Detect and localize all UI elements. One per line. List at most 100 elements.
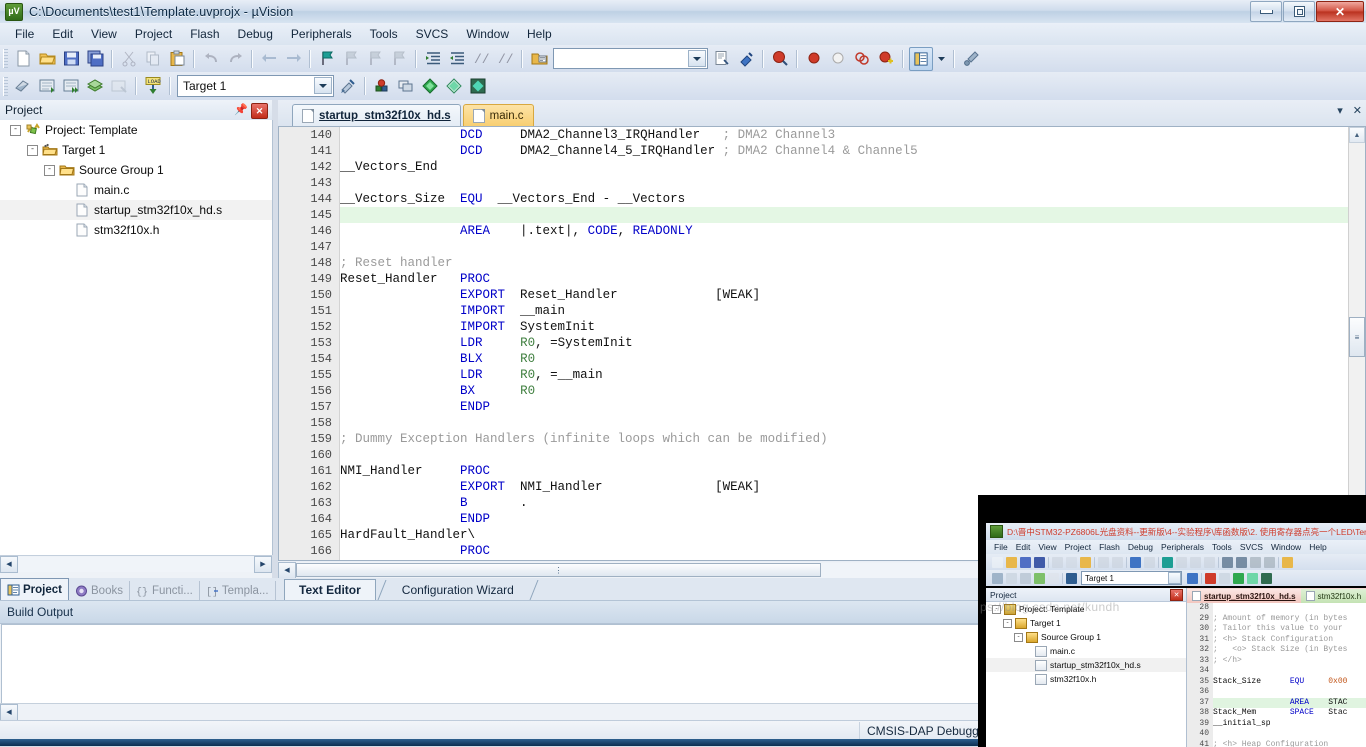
nested-load-icon[interactable] [1066,573,1077,584]
scroll-up-arrow[interactable]: ▲ [1349,127,1365,143]
bookmark-next-icon[interactable] [364,48,386,70]
open-file-icon[interactable] [36,48,58,70]
tree-item-startup-stm32f10x-hd-s[interactable]: startup_stm32f10x_hd.s [0,200,272,220]
nested-code-line[interactable]: 30; Tailor this value to your [1187,624,1366,635]
minimize-button[interactable] [1250,1,1282,22]
code-line[interactable]: BX R0 [340,383,1348,399]
find-combo[interactable] [553,48,708,69]
target-dropdown-arrow[interactable] [314,77,332,94]
chevron-down-icon[interactable]: ▾ [1337,104,1343,117]
nested-sep3[interactable] [1126,557,1127,568]
target-select[interactable]: Target 1 [177,75,334,97]
close-icon[interactable]: ✕ [1353,104,1362,117]
find-dropdown-arrow[interactable] [688,50,706,67]
menu-item-peripherals[interactable]: Peripherals [282,25,361,43]
nested-code-line[interactable]: 37 AREA STAC [1187,698,1366,709]
stop-build-icon[interactable] [108,75,130,97]
nested-code-line[interactable]: 40 [1187,729,1366,740]
nested-redo-icon[interactable] [1112,557,1123,568]
nested-tree-item-source-group-1[interactable]: -Source Group 1 [986,630,1186,644]
nested-sep[interactable] [1062,573,1063,584]
nested-navigate-back-icon[interactable] [1130,557,1141,568]
load-icon[interactable]: LOAD [142,75,164,97]
nested-uncomment-icon[interactable] [1264,557,1275,568]
nested-code-editor[interactable]: 2829; Amount of memory (in bytes30; Tail… [1187,603,1366,747]
nested-new-file-icon[interactable] [992,557,1003,568]
manage-multi-project-icon[interactable] [395,75,417,97]
nested-project-tree[interactable]: -Project: Template-Target 1-Source Group… [986,602,1186,686]
nested-code-line[interactable]: 34 [1187,666,1366,677]
uncomment-icon[interactable]: // [494,48,516,70]
nested-paste-icon[interactable] [1080,557,1091,568]
translate-icon[interactable] [12,75,34,97]
nested-undo-icon[interactable] [1098,557,1109,568]
toolbar-grip[interactable] [3,77,8,96]
nested-code-line[interactable]: 36 [1187,687,1366,698]
pin-icon[interactable]: 📌 [234,103,248,116]
nested-tree-item-main-c[interactable]: main.c [986,644,1186,658]
nested-stop-build-icon[interactable] [1048,573,1059,584]
tree-expander-icon[interactable]: - [10,125,21,136]
nested-save-icon[interactable] [1020,557,1031,568]
manage-windows-dropdown-arrow[interactable] [935,48,948,70]
indent-icon[interactable] [422,48,444,70]
navigate-back-icon[interactable] [258,48,280,70]
nested-editor-tab-startup-stm32f10x-hd-s[interactable]: startup_stm32f10x_hd.s [1187,589,1301,603]
code-line[interactable] [340,175,1348,191]
menu-item-svcs[interactable]: SVCS [407,25,458,43]
code-line[interactable]: ; Dummy Exception Handlers (infinite loo… [340,431,1348,447]
rebuild-icon[interactable] [60,75,82,97]
bookmark-clear-icon[interactable] [388,48,410,70]
save-all-icon[interactable] [84,48,106,70]
code-line[interactable]: Reset_Handler PROC [340,271,1348,287]
new-file-icon[interactable] [12,48,34,70]
code-line[interactable]: LDR R0, =__main [340,367,1348,383]
code-line[interactable]: AREA |.text|, CODE, READONLY [340,223,1348,239]
nested-sep6[interactable] [1278,557,1279,568]
nested-run-time-env-icon[interactable] [1247,573,1258,584]
nested-sep5[interactable] [1218,557,1219,568]
bookmark-prev-icon[interactable] [340,48,362,70]
scroll-left-arrow[interactable]: ◀ [278,562,296,579]
manage-run-time-icon[interactable] [467,75,489,97]
menu-item-window[interactable]: Window [457,25,518,43]
nested-target-options-icon[interactable] [1187,573,1198,584]
code-line[interactable]: ; Reset handler [340,255,1348,271]
batch-build-icon[interactable] [84,75,106,97]
manage-windows-icon[interactable] [909,47,933,71]
nested-bookmark-clear-icon[interactable] [1204,557,1215,568]
nested-tree-item-target-1[interactable]: -Target 1 [986,616,1186,630]
nested-sep[interactable] [1048,557,1049,568]
project-tab-templa[interactable]: []Templa... [200,581,276,600]
nested-code-line[interactable]: 28 [1187,603,1366,614]
nested-sep4[interactable] [1158,557,1159,568]
editor-bottom-tab-text-editor[interactable]: Text Editor [284,579,376,600]
nested-cut-icon[interactable] [1052,557,1063,568]
nested-build-icon[interactable] [1006,573,1017,584]
project-pane-close-icon[interactable]: ✕ [251,103,268,119]
nested-menu-item-window[interactable]: Window [1267,542,1305,552]
menu-item-file[interactable]: File [6,25,43,43]
nested-bookmark-prev-icon[interactable] [1176,557,1187,568]
paste-icon[interactable] [166,48,188,70]
nested-save-all-icon[interactable] [1034,557,1045,568]
scroll-left-arrow[interactable]: ◀ [0,556,18,573]
save-icon[interactable] [60,48,82,70]
nested-tree-expander-icon[interactable]: - [1003,619,1012,628]
nested-open-file-icon[interactable] [1006,557,1017,568]
nested-manage-multi-project-icon[interactable] [1219,573,1230,584]
breakpoint-insert-icon[interactable] [803,48,825,70]
pack-installer-icon[interactable] [419,75,441,97]
nested-tree-item-stm32f10x-h[interactable]: stm32f10x.h [986,672,1186,686]
build-icon[interactable] [36,75,58,97]
breakpoint-clear-all-icon[interactable] [851,48,873,70]
nested-copy-icon[interactable] [1066,557,1077,568]
scroll-thumb[interactable]: ≡ [1349,317,1365,357]
tree-expander-icon[interactable]: - [27,145,38,156]
nested-code-line[interactable]: 31; <h> Stack Configuration [1187,635,1366,646]
code-line[interactable]: __Vectors_End [340,159,1348,175]
nested-navigate-forward-icon[interactable] [1144,557,1155,568]
nested-bookmark-next-icon[interactable] [1190,557,1201,568]
tree-item-source-group-1[interactable]: -Source Group 1 [0,160,272,180]
nested-tree-item-startup-stm32f10x-hd-s[interactable]: startup_stm32f10x_hd.s [986,658,1186,672]
